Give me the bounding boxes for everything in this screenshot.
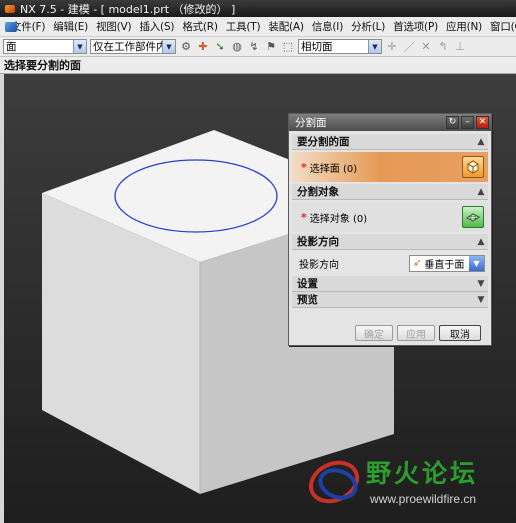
flag-icon[interactable]: ⚑	[264, 40, 278, 54]
chevron-down-icon: ▼	[368, 40, 381, 53]
section-object-header[interactable]: 分割对象 ▲	[292, 184, 488, 200]
intersect-icon[interactable]: ✕	[419, 40, 433, 54]
line-icon[interactable]: ／	[402, 40, 416, 54]
menu-assembly[interactable]: 装配(A)	[264, 19, 307, 34]
reset-icon[interactable]: ↻	[446, 116, 459, 129]
window-titlebar: NX 7.5 - 建模 - [ model1.prt （修改的） ]	[0, 0, 516, 17]
apply-button[interactable]: 应用	[397, 325, 435, 341]
menu-window[interactable]: 窗口(O)	[486, 19, 516, 34]
close-icon[interactable]: ✕	[476, 116, 489, 129]
menu-view[interactable]: 视图(V)	[92, 19, 135, 34]
section-object-title: 分割对象	[297, 186, 339, 198]
type-filter-value: 面	[6, 41, 17, 53]
dialog-titlebar[interactable]: 分割面 ↻ – ✕	[289, 114, 491, 131]
selection-toolbar: 面 ▼ 仅在工作部件内部 ▼ ⚙ ✚ ➘ ◍ ↯ ⚑ ⬚ 相切面 ▼ ✛ ／ ✕…	[0, 37, 516, 57]
menu-preferences[interactable]: 首选项(P)	[389, 19, 442, 34]
menu-bar: 文件(F) 编辑(E) 视图(V) 插入(S) 格式(R) 工具(T) 装配(A…	[0, 17, 516, 37]
curve-icon[interactable]: ↯	[247, 40, 261, 54]
dialog-footer: 确定 应用 取消	[289, 321, 491, 345]
perpendicular-icon[interactable]: ⊥	[453, 40, 467, 54]
section-preview-title: 预览	[297, 294, 318, 306]
window-title: NX 7.5 - 建模 - [ model1.prt （修改的） ]	[20, 2, 236, 16]
nx-logo-icon	[4, 3, 16, 15]
rectangle-select-icon[interactable]: ⬚	[281, 40, 295, 54]
section-projection-title: 投影方向	[297, 236, 339, 248]
watermark-url: www.proewildfire.cn	[370, 492, 477, 506]
normal-direction-icon: ➶	[413, 257, 422, 269]
snap-point-icon[interactable]: ✚	[196, 40, 210, 54]
status-prompt: 选择要分割的面	[0, 57, 516, 74]
dialog-title: 分割面	[295, 117, 327, 129]
chevron-up-icon[interactable]: ▲	[474, 135, 488, 149]
section-settings-title: 设置	[297, 278, 318, 290]
tangent-icon[interactable]: ↰	[436, 40, 450, 54]
section-preview-header[interactable]: 预览 ▼	[292, 292, 488, 308]
section-projection-header[interactable]: 投影方向 ▲	[292, 234, 488, 250]
required-marker: *	[301, 210, 307, 224]
menu-tools[interactable]: 工具(T)	[222, 19, 265, 34]
select-object-label: 选择对象 (0)	[309, 213, 368, 225]
scope-select[interactable]: 仅在工作部件内部 ▼	[90, 39, 176, 54]
projection-direction-row: 投影方向 ➶ 垂直于面 ▼	[292, 252, 488, 274]
required-marker: *	[301, 160, 307, 174]
chevron-down-icon: ▼	[73, 40, 86, 53]
point-icon[interactable]: ✛	[385, 40, 399, 54]
projection-direction-label: 投影方向	[299, 259, 339, 271]
section-settings-header[interactable]: 设置 ▼	[292, 276, 488, 292]
split-face-dialog: 分割面 ↻ – ✕ 要分割的面 ▲ * 选择面 (0) 分割对象 ▲ * 选择对…	[288, 113, 492, 346]
chevron-down-icon[interactable]: ▼	[474, 293, 488, 307]
curve-rule-select[interactable]: 相切面 ▼	[298, 39, 382, 54]
chevron-up-icon[interactable]: ▲	[474, 235, 488, 249]
watermark-logo-icon	[308, 460, 360, 504]
sphere-icon[interactable]: ◍	[230, 40, 244, 54]
dialog-window-buttons: ↻ – ✕	[446, 116, 489, 129]
menu-edit[interactable]: 编辑(E)	[49, 19, 92, 34]
menu-application[interactable]: 应用(N)	[442, 19, 486, 34]
select-object-row[interactable]: * 选择对象 (0)	[292, 202, 488, 232]
section-face-header[interactable]: 要分割的面 ▲	[292, 134, 488, 150]
chevron-down-icon[interactable]: ▼	[474, 277, 488, 291]
chevron-down-icon: ▼	[162, 40, 175, 53]
projection-direction-select[interactable]: ➶ 垂直于面 ▼	[409, 254, 485, 272]
arrow-icon[interactable]: ➘	[213, 40, 227, 54]
menu-insert[interactable]: 插入(S)	[135, 19, 178, 34]
projection-direction-value: 垂直于面	[424, 259, 465, 271]
ok-button[interactable]: 确定	[355, 325, 393, 341]
chevron-up-icon[interactable]: ▲	[474, 185, 488, 199]
menu-format[interactable]: 格式(R)	[178, 19, 222, 34]
watermark-brand: 野火论坛	[366, 459, 479, 488]
select-face-row[interactable]: * 选择面 (0)	[292, 152, 488, 182]
menu-info[interactable]: 信息(I)	[308, 19, 347, 34]
type-filter-select[interactable]: 面 ▼	[3, 39, 87, 54]
curve-rule-value: 相切面	[301, 41, 333, 53]
select-face-label: 选择面 (0)	[309, 163, 358, 175]
filter-icon[interactable]: ⚙	[179, 40, 193, 54]
cancel-button[interactable]: 取消	[439, 325, 481, 341]
cube-select-icon[interactable]	[462, 156, 484, 178]
face-select-icon[interactable]	[462, 206, 484, 228]
menu-analysis[interactable]: 分析(L)	[347, 19, 389, 34]
section-face-title: 要分割的面	[297, 136, 350, 148]
forum-watermark: 野火论坛 www.proewildfire.cn	[304, 448, 500, 518]
chevron-down-icon: ▼	[469, 255, 484, 271]
minimize-icon[interactable]: –	[461, 116, 474, 129]
